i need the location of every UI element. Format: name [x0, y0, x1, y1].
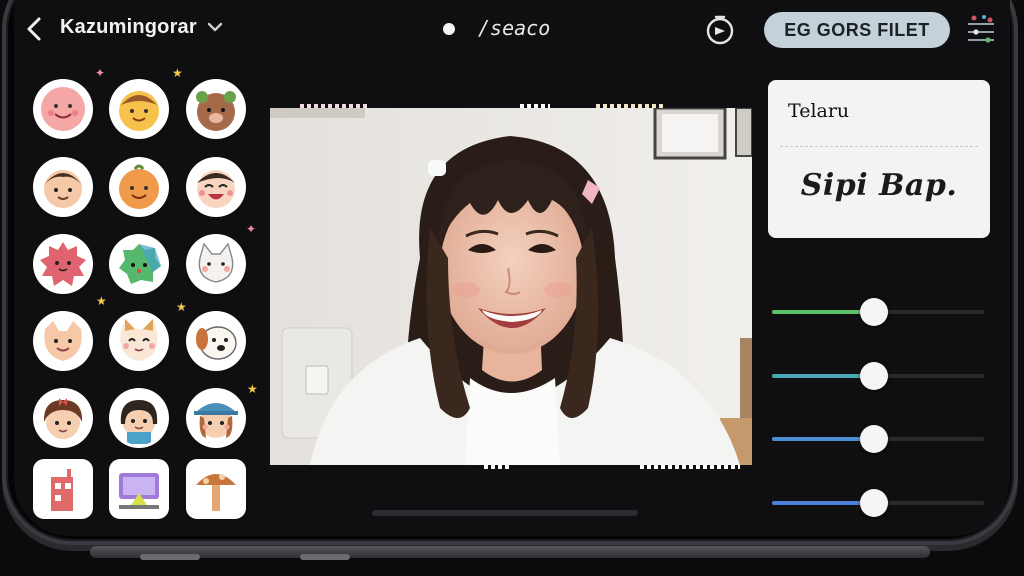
phone-edge	[90, 546, 930, 558]
hardware-button	[140, 554, 200, 560]
adjust-slider-4[interactable]	[772, 489, 984, 517]
sticker-girl-bob[interactable]	[112, 391, 166, 445]
camera-preview[interactable]	[270, 108, 752, 465]
sparkle-icon: ★	[176, 300, 187, 314]
sticker-pink-blob[interactable]	[36, 237, 90, 291]
text-style-card[interactable]: Telaru Sipi Bap.	[768, 80, 990, 238]
slider-fill	[772, 310, 874, 314]
tape-decoration	[596, 104, 666, 108]
sparkle-icon: ✦	[246, 222, 257, 236]
tape-decoration	[300, 104, 370, 108]
sparkle-icon: ★	[172, 66, 183, 80]
camera-preview-image	[270, 108, 752, 465]
adjust-slider-3[interactable]	[772, 425, 984, 453]
sticker-mushroom[interactable]	[189, 462, 243, 516]
slider-thumb[interactable]	[859, 362, 888, 390]
top-bar: Kazumingorar /seaco EG GORS FILET	[0, 0, 1024, 56]
card-script-text: Sipi Bap.	[800, 168, 958, 203]
sticker-orange-face[interactable]	[112, 160, 166, 214]
slider-fill	[772, 437, 874, 441]
tape-decoration	[520, 104, 550, 108]
card-title: Telaru	[788, 100, 850, 122]
filter-pill-button[interactable]: EG GORS FILET	[764, 12, 950, 48]
sparkle-icon: ★	[247, 382, 258, 396]
sticker-girl-ribbon[interactable]	[36, 391, 90, 445]
sticker-cat-face[interactable]	[112, 314, 166, 368]
sticker-boy-face[interactable]	[36, 160, 90, 214]
sparkle-icon: ★	[96, 294, 107, 308]
sticker-green-blob[interactable]	[112, 237, 166, 291]
sticker-girl-hat[interactable]	[189, 391, 243, 445]
sticker-dog-face[interactable]	[189, 314, 243, 368]
adjust-slider-2[interactable]	[772, 362, 984, 390]
adjust-slider-1[interactable]	[772, 298, 984, 326]
sticker-laughing-face[interactable]	[189, 160, 243, 214]
chevron-left-icon[interactable]	[24, 16, 44, 42]
sticker-orange-monkey[interactable]	[112, 82, 166, 136]
sparkle-icon: ✦	[95, 66, 106, 80]
sticker-fox-face[interactable]	[36, 314, 90, 368]
hardware-button	[300, 554, 350, 560]
sticker-purple-screen[interactable]	[112, 462, 166, 516]
slider-thumb[interactable]	[859, 298, 888, 326]
slider-thumb[interactable]	[859, 425, 888, 453]
slider-fill	[772, 501, 874, 505]
home-indicator[interactable]	[372, 510, 638, 516]
sticker-brown-bear[interactable]	[189, 82, 243, 136]
center-label: /seaco	[478, 16, 551, 40]
account-name[interactable]: Kazumingorar	[60, 16, 197, 39]
tape-decoration	[484, 465, 510, 469]
card-divider	[780, 146, 978, 147]
record-dot-icon	[443, 23, 455, 35]
sticker-pink-building[interactable]	[36, 462, 90, 516]
tape-decoration	[640, 465, 740, 469]
timer-icon[interactable]	[704, 14, 736, 46]
slider-thumb[interactable]	[859, 489, 888, 517]
chevron-down-icon[interactable]	[206, 20, 224, 34]
slider-fill	[772, 374, 874, 378]
sticker-white-cat[interactable]	[189, 237, 243, 291]
sticker-pink-face[interactable]	[36, 82, 90, 136]
sliders-menu-icon[interactable]	[962, 10, 1000, 48]
